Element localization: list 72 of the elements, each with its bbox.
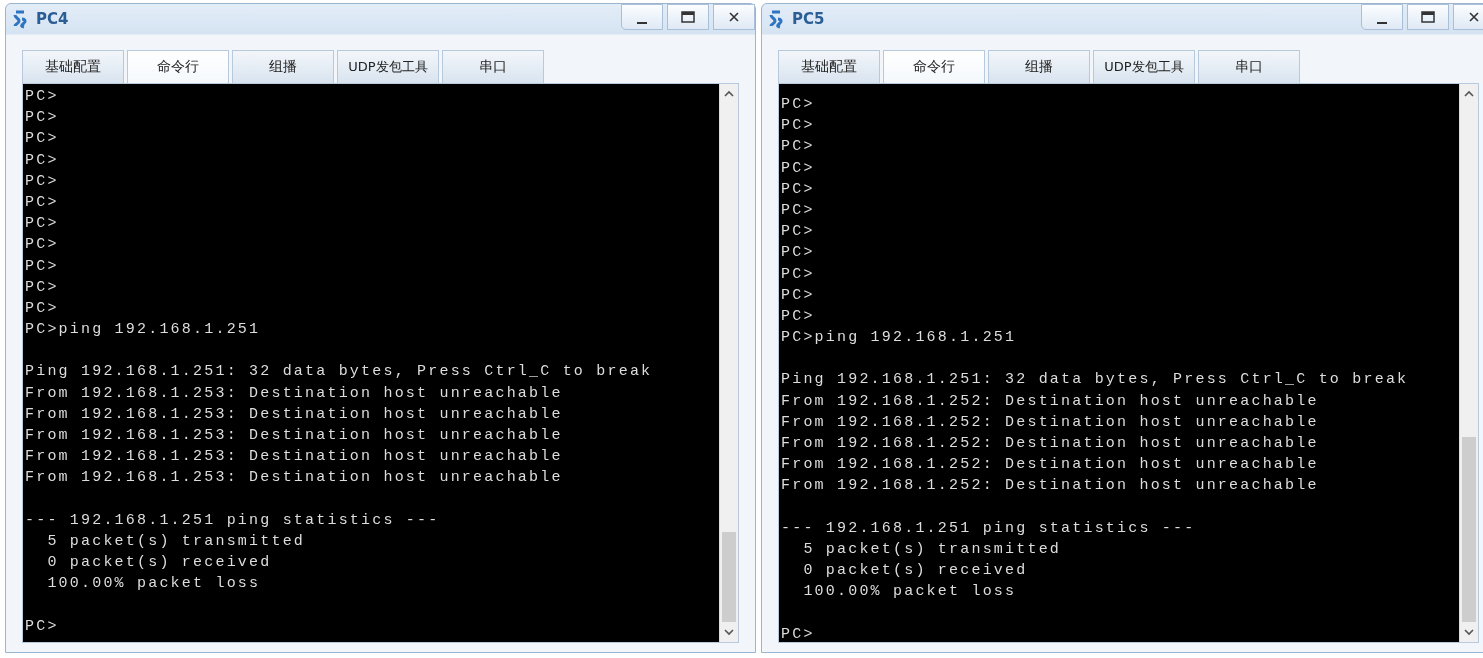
- terminal-line: 5 packet(s) transmitted: [802, 540, 1062, 558]
- terminal-line: From 192.168.1.253: Destination host unreachable: [25, 469, 563, 487]
- terminal-line: PC>: [25, 130, 59, 148]
- tab[interactable]: UDP发包工具: [337, 50, 439, 83]
- tab[interactable]: UDP发包工具: [1093, 50, 1195, 83]
- close-button[interactable]: [713, 4, 755, 30]
- terminal-line: PC>: [781, 625, 815, 642]
- terminal-line: PC>: [781, 96, 815, 113]
- scroll-thumb[interactable]: [1462, 437, 1476, 622]
- terminal-line: 0 packet(s) received: [802, 562, 1028, 580]
- terminal-line: 100.00% packet loss: [802, 583, 1017, 601]
- terminal-line: From 192.168.1.252: Destination host unreachable: [781, 413, 1319, 431]
- maximize-button[interactable]: [667, 4, 709, 30]
- terminal-line: PC>: [25, 151, 59, 169]
- terminal-line: PC>: [25, 278, 59, 296]
- terminal-line: Ping 192.168.1.251: 32 data bytes, Press Ctrl_C to break: [25, 363, 653, 381]
- terminal-line: PC>: [25, 215, 59, 233]
- terminal-line: PC>: [781, 138, 815, 156]
- terminal-line: From 192.168.1.253: Destination host unreachable: [25, 384, 563, 402]
- tab[interactable]: 基础配置: [778, 50, 880, 83]
- close-icon: [1468, 11, 1480, 23]
- terminal-line: PC>: [25, 172, 59, 190]
- terminal-line: --- 192.168.1.251 ping statistics ---: [781, 519, 1196, 537]
- maximize-icon: [1421, 11, 1435, 23]
- terminal-line: PC>: [25, 299, 59, 317]
- terminal-line: PC>: [781, 223, 815, 241]
- terminal-line: From 192.168.1.253: Destination host unreachable: [25, 405, 563, 423]
- terminal-line: From 192.168.1.252: Destination host unreachable: [781, 392, 1319, 410]
- terminal-line: From 192.168.1.253: Destination host unreachable: [25, 427, 563, 444]
- tab[interactable]: 串口: [442, 50, 544, 83]
- maximize-icon: [681, 11, 695, 23]
- window-title: PC5: [792, 10, 826, 28]
- scrollbar[interactable]: [719, 84, 738, 642]
- maximize-button[interactable]: [1407, 4, 1449, 30]
- terminal-line: PC>: [781, 307, 815, 325]
- tab[interactable]: 命令行: [127, 50, 229, 83]
- terminal-line: 5 packet(s) transmitted: [46, 532, 306, 550]
- terminal-line: From 192.168.1.252: Destination host unreachable: [781, 456, 1319, 474]
- terminal-line: PC>ping 192.168.1.251: [781, 329, 1017, 347]
- tab[interactable]: 基础配置: [22, 50, 124, 83]
- tab[interactable]: 组播: [988, 50, 1090, 83]
- terminal-line: PC>: [781, 286, 815, 304]
- terminal-line: PC>: [25, 617, 59, 635]
- tab[interactable]: 组播: [232, 50, 334, 83]
- terminal-line: From 192.168.1.252: Destination host unreachable: [781, 477, 1319, 495]
- terminal-line: PC>ping 192.168.1.251: [25, 321, 261, 339]
- terminal-line: From 192.168.1.252: Destination host unreachable: [781, 435, 1319, 452]
- terminal-line: PC>: [781, 244, 815, 262]
- terminal-line: PC>: [25, 236, 59, 254]
- terminal-line: PC>: [781, 265, 815, 283]
- scrollbar[interactable]: [1459, 84, 1478, 642]
- terminal-line: 0 packet(s) received: [46, 554, 272, 572]
- close-button[interactable]: [1453, 4, 1483, 30]
- tab[interactable]: 命令行: [883, 50, 985, 83]
- terminal-line: PC>: [25, 257, 59, 275]
- terminal-line: From 192.168.1.253: Destination host unreachable: [25, 448, 563, 466]
- terminal-line: PC>: [25, 88, 59, 105]
- terminal-line: Ping 192.168.1.251: 32 data bytes, Press Ctrl_C to break: [781, 371, 1409, 389]
- window-title: PC4: [36, 10, 70, 28]
- terminal-line: 100.00% packet loss: [46, 575, 261, 593]
- terminal-line: --- 192.168.1.251 ping statistics ---: [25, 511, 440, 529]
- terminal-line: PC>: [781, 180, 815, 198]
- terminal-line: PC>: [781, 201, 815, 219]
- terminal-line: PC>: [25, 193, 59, 211]
- minimize-icon: [1377, 22, 1387, 24]
- terminal-line: PC>: [781, 117, 815, 135]
- minimize-icon: [637, 22, 647, 24]
- terminal-line: PC>: [781, 159, 815, 177]
- tab[interactable]: 串口: [1198, 50, 1300, 83]
- scroll-thumb[interactable]: [722, 532, 736, 622]
- terminal-line: PC>: [25, 109, 59, 127]
- close-icon: [728, 11, 740, 23]
